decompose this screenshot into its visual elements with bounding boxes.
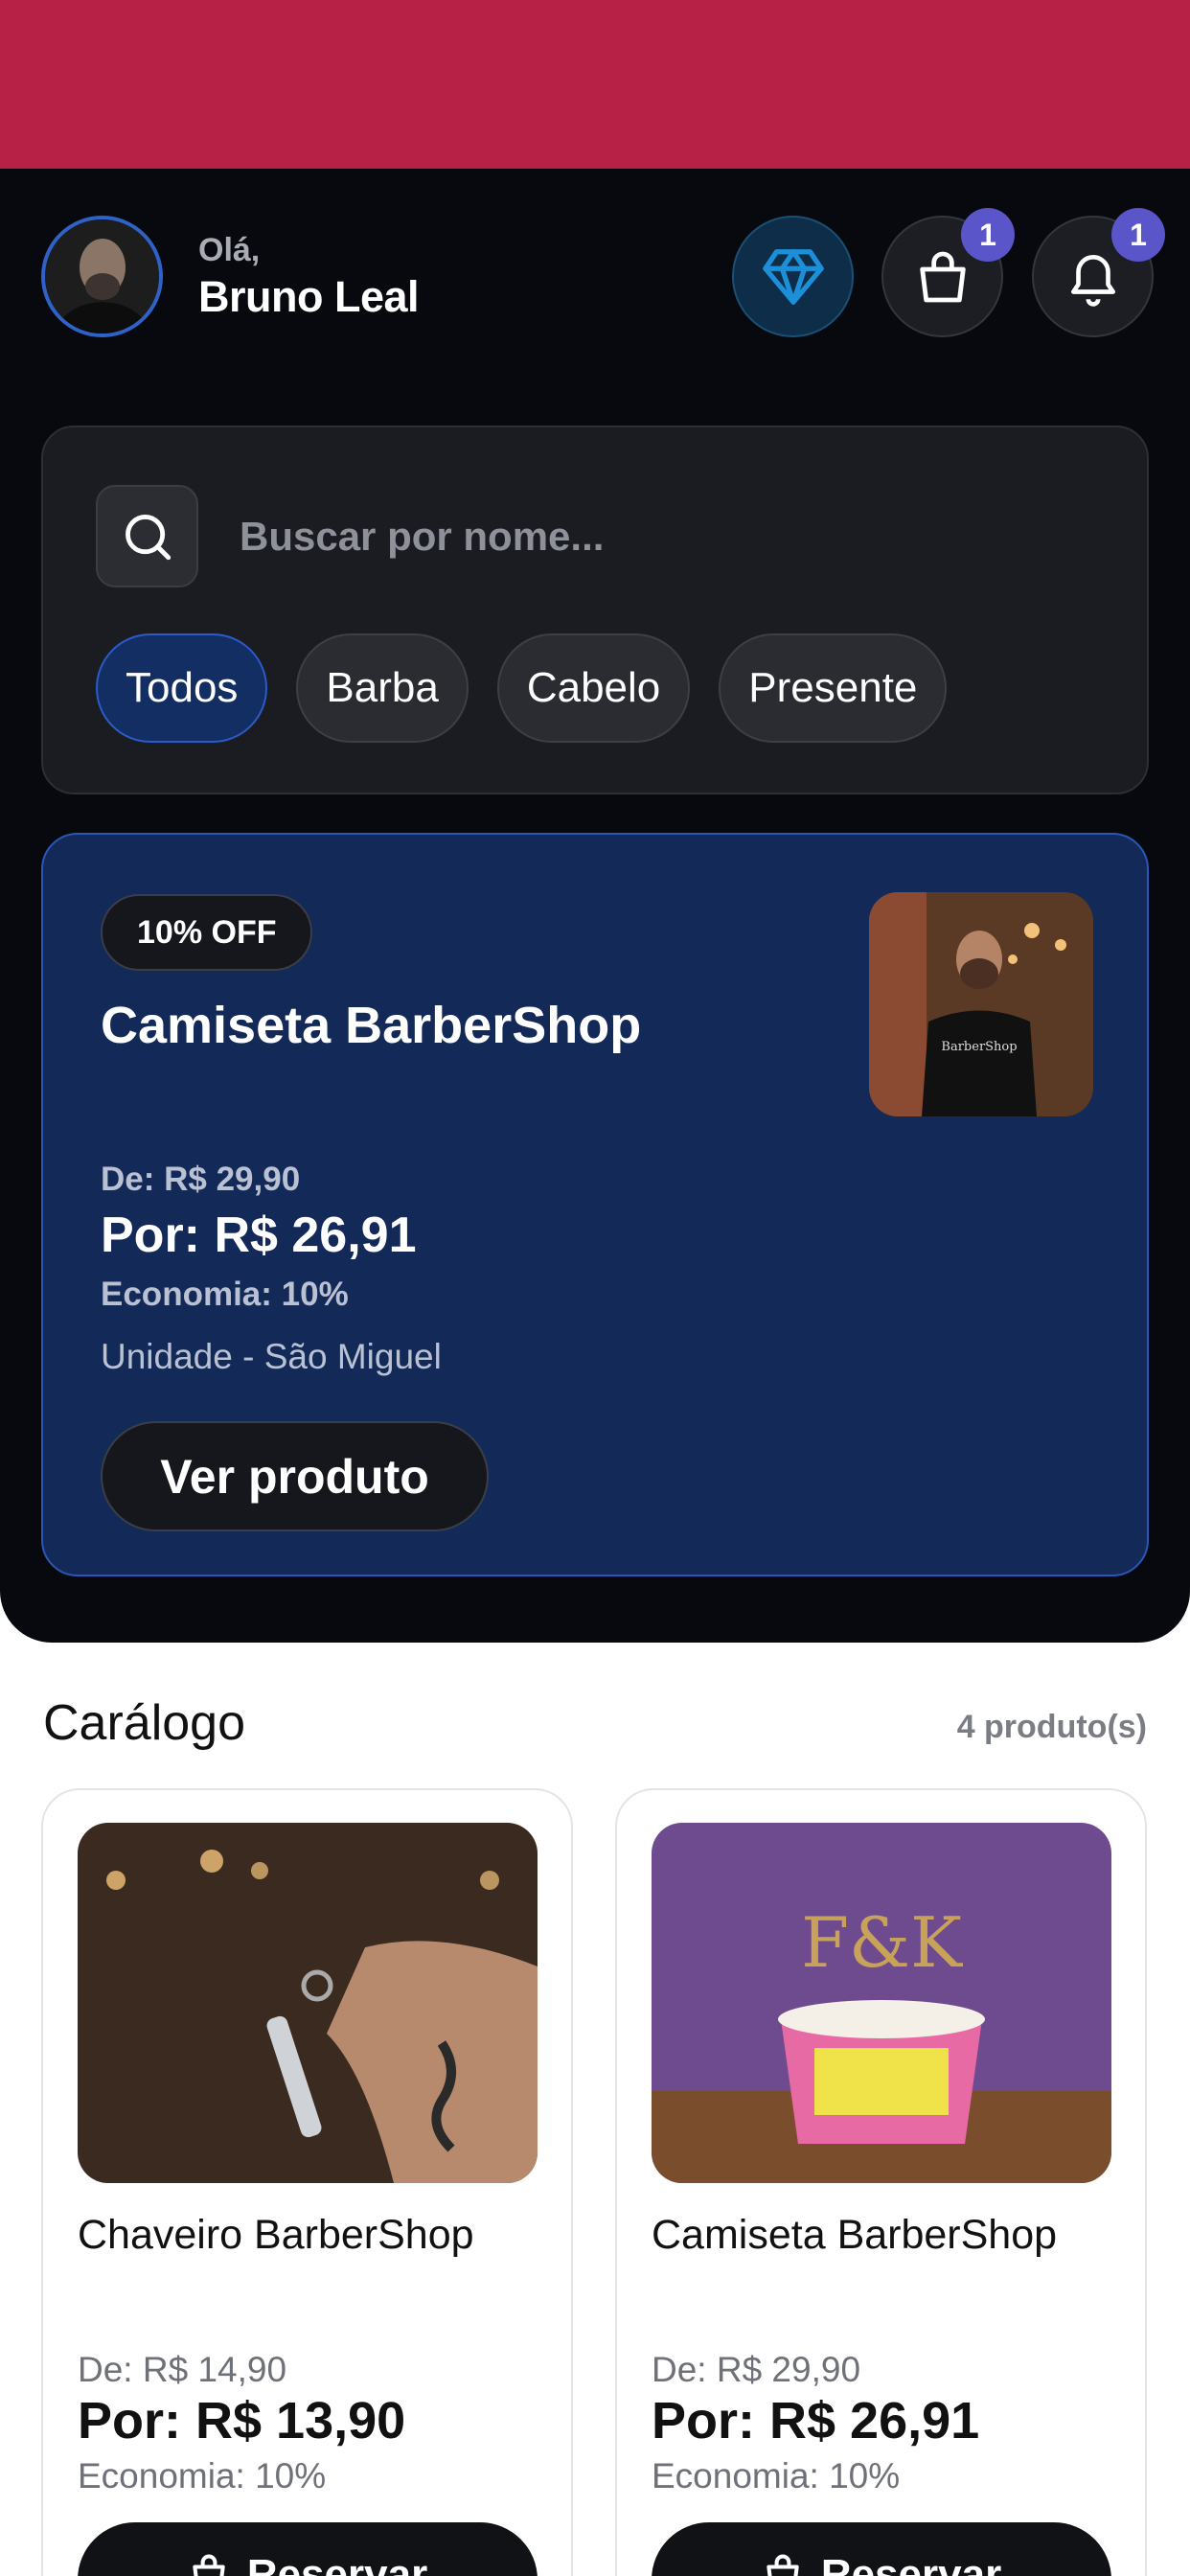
- status-bar: [0, 0, 1190, 169]
- promo-price: Por: R$ 26,91: [101, 1208, 417, 1263]
- search-button[interactable]: [96, 485, 198, 587]
- product-price: Por: R$ 13,90: [78, 2392, 406, 2450]
- promo-unit: Unidade - São Miguel: [101, 1337, 442, 1376]
- view-product-button[interactable]: Ver produto: [101, 1421, 489, 1531]
- product-savings: Economia: 10%: [652, 2456, 901, 2496]
- catalog-count: 4 produto(s): [956, 1709, 1147, 1745]
- greeting-label: Olá,: [198, 232, 261, 268]
- filter-chip-todos[interactable]: Todos: [96, 633, 268, 743]
- premium-button[interactable]: [732, 216, 854, 337]
- search-input[interactable]: [240, 494, 1102, 579]
- product-original-price: De: R$ 14,90: [78, 2350, 287, 2389]
- promo-card[interactable]: 10% OFF Camiseta BarberShop BarberShop D…: [41, 833, 1149, 1576]
- promo-title: Camiseta BarberShop: [101, 997, 642, 1054]
- notifications-button[interactable]: 1: [1032, 208, 1165, 337]
- cart-button[interactable]: 1: [881, 208, 1015, 337]
- notifications-badge: 1: [1111, 208, 1165, 262]
- filter-chip-presente[interactable]: Presente: [719, 633, 948, 743]
- reserve-button-label: Reservar: [246, 2551, 428, 2576]
- discount-badge: 10% OFF: [101, 894, 313, 971]
- shopping-bag-icon: [767, 2554, 799, 2576]
- product-card[interactable]: Chaveiro BarberShop De: R$ 14,90 Por: R$…: [41, 1788, 573, 2576]
- user-name: Bruno Leal: [198, 272, 420, 321]
- promo-product-image: BarberShop: [869, 892, 1093, 1116]
- svg-text:F&K: F&K: [801, 1902, 963, 1983]
- avatar[interactable]: [41, 216, 163, 337]
- promo-savings: Economia: 10%: [101, 1276, 349, 1313]
- promo-original-price: De: R$ 29,90: [101, 1161, 301, 1198]
- product-original-price: De: R$ 29,90: [652, 2350, 861, 2389]
- catalog-title: Carálogo: [43, 1695, 246, 1751]
- product-card[interactable]: F&K Camiseta BarberShop De: R$ 29,90 Por…: [615, 1788, 1147, 2576]
- svg-text:BarberShop: BarberShop: [941, 1040, 1017, 1054]
- search-icon: [125, 514, 171, 560]
- reserve-button[interactable]: Reservar: [652, 2522, 1111, 2576]
- product-image: F&K: [652, 1823, 1111, 2183]
- category-filters: Todos Barba Cabelo Presente: [96, 633, 948, 743]
- product-name: Camiseta BarberShop: [652, 2212, 1058, 2258]
- product-price: Por: R$ 26,91: [652, 2392, 980, 2450]
- shopping-bag-icon: [919, 251, 966, 302]
- product-savings: Economia: 10%: [78, 2456, 327, 2496]
- cart-badge: 1: [961, 208, 1015, 262]
- search-card: Todos Barba Cabelo Presente: [41, 426, 1149, 794]
- shopping-bag-icon: [193, 2554, 225, 2576]
- filter-chip-barba[interactable]: Barba: [296, 633, 469, 743]
- diamond-icon: [762, 248, 824, 305]
- product-image: [78, 1823, 538, 2183]
- filter-chip-cabelo[interactable]: Cabelo: [496, 633, 691, 743]
- reserve-button[interactable]: Reservar: [78, 2522, 538, 2576]
- reserve-button-label: Reservar: [820, 2551, 1002, 2576]
- bell-icon: [1070, 254, 1115, 307]
- product-name: Chaveiro BarberShop: [78, 2212, 474, 2258]
